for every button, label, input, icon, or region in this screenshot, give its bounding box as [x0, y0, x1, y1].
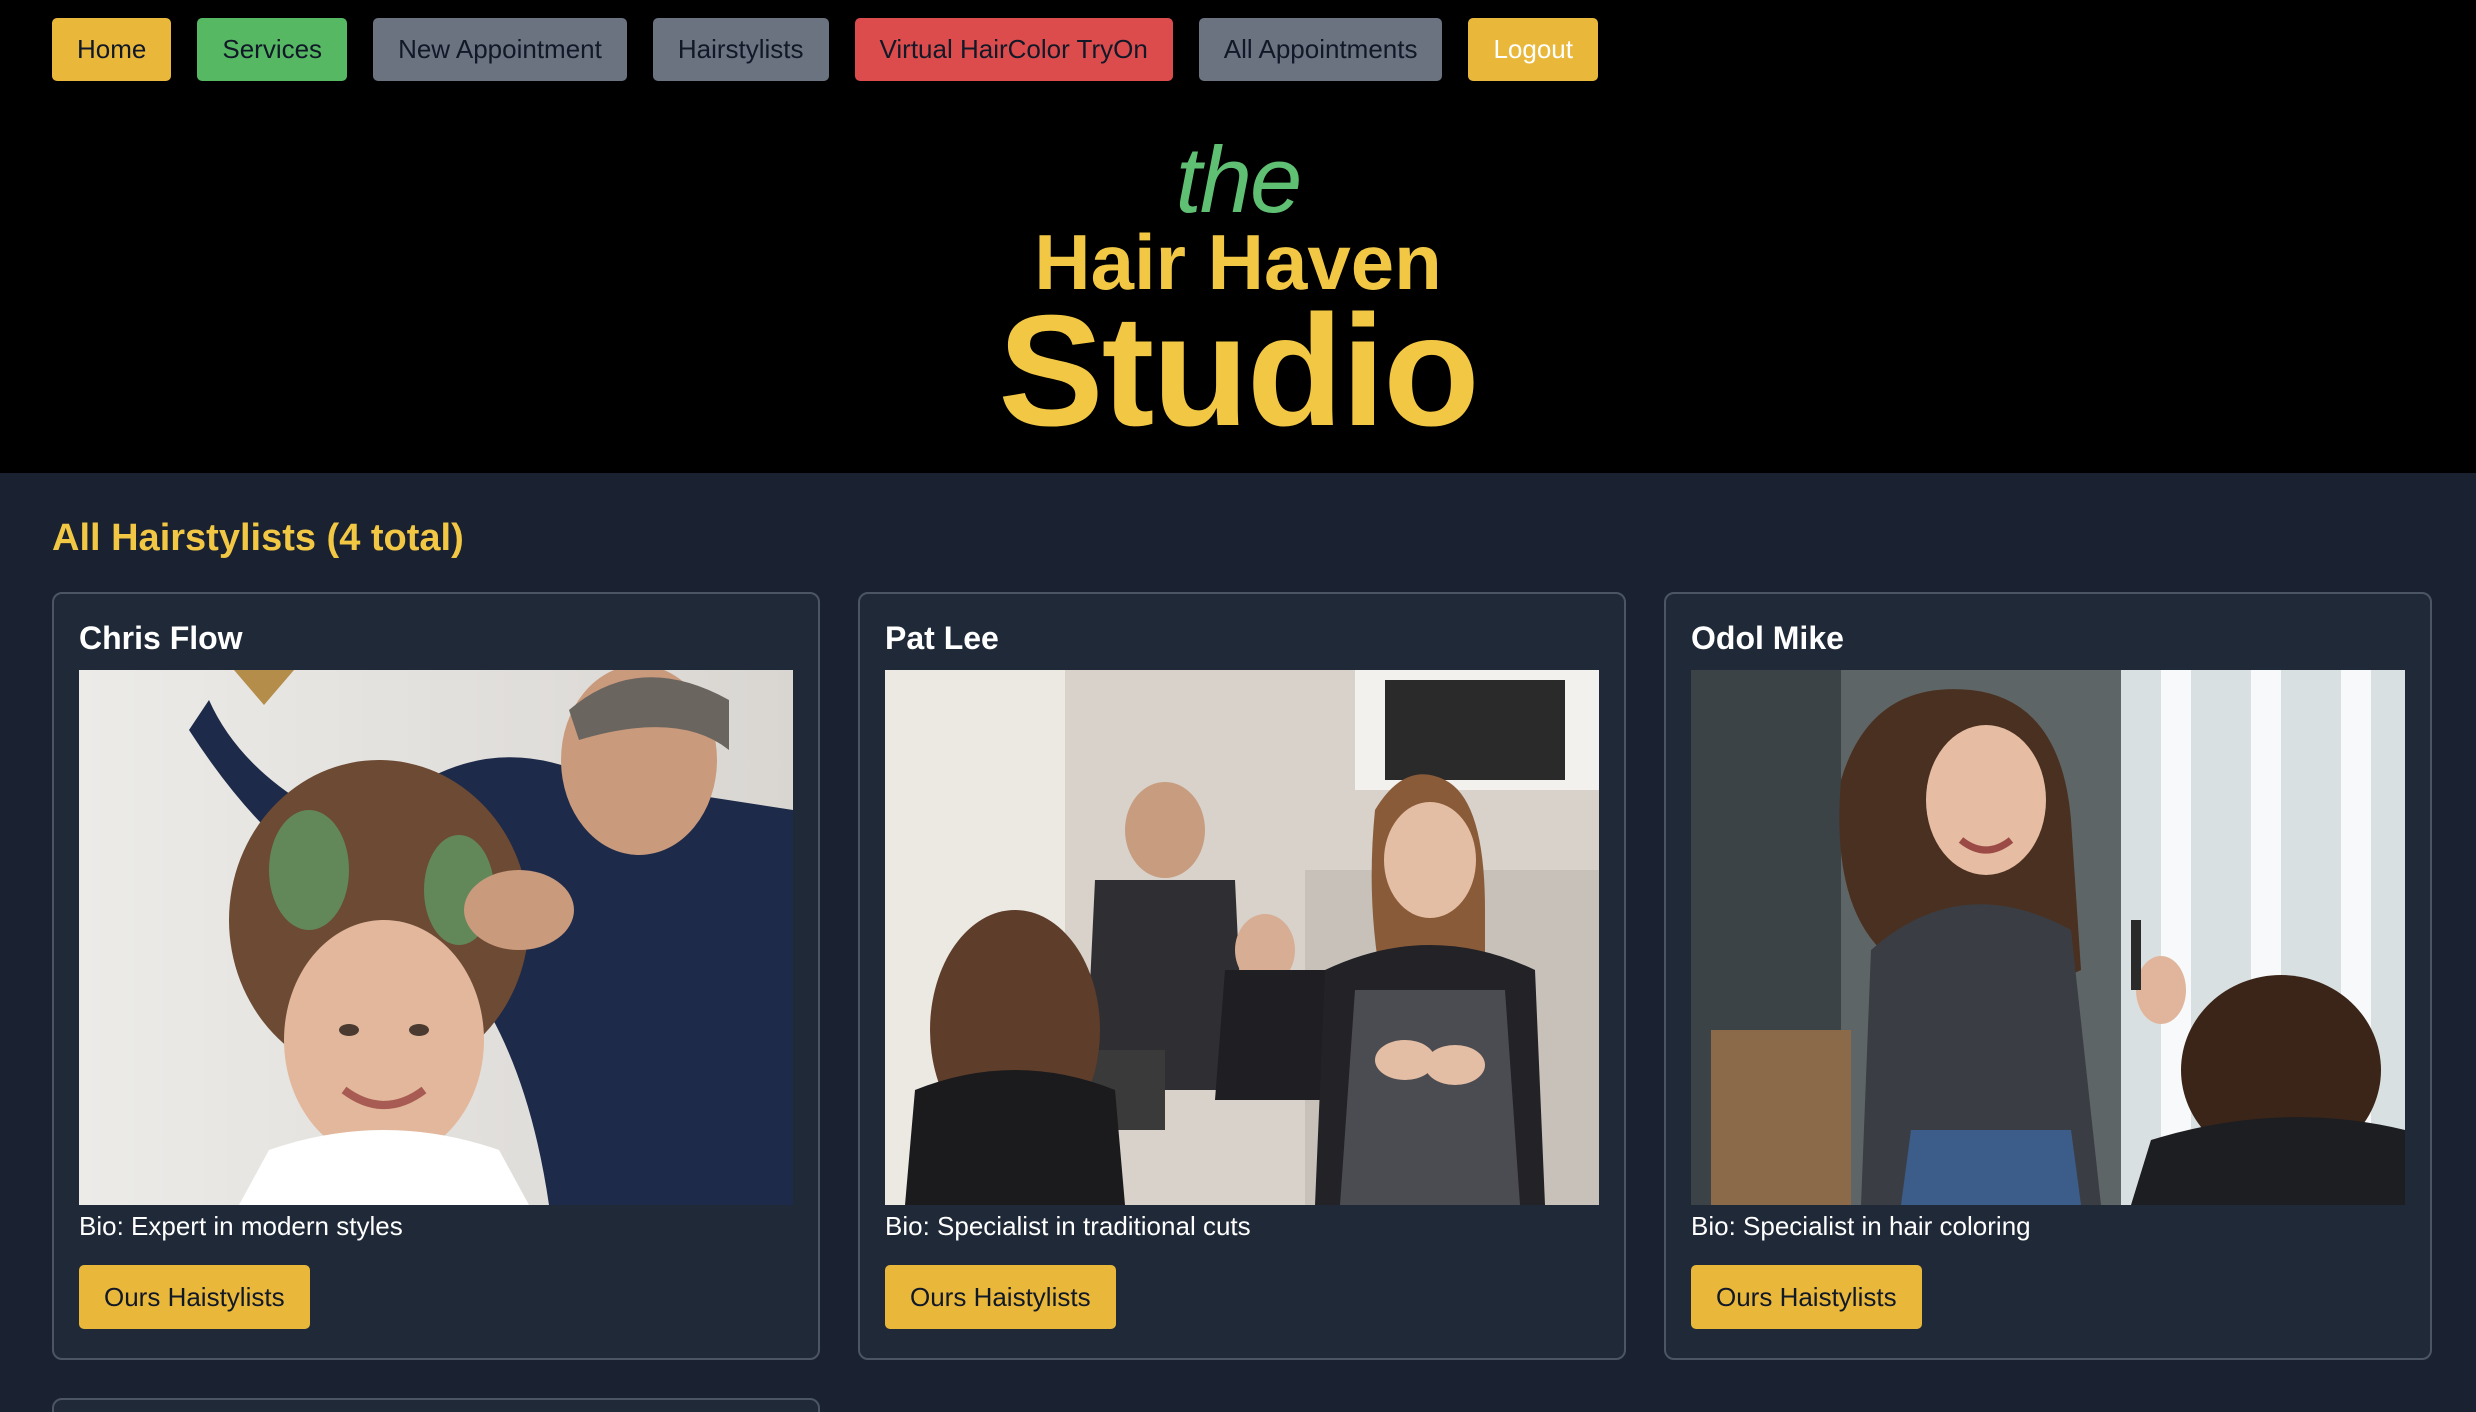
stylist-bio: Bio: Specialist in traditional cuts [885, 1211, 1251, 1241]
nav-hairstylists-button[interactable]: Hairstylists [652, 18, 829, 81]
header: Home Services New Appointment Hairstylis… [0, 0, 2476, 473]
stylist-name: Pat Lee [885, 620, 999, 656]
nav-logout-button[interactable]: Logout [1468, 18, 1598, 81]
salon-stylist-apron-photo [885, 670, 1599, 1205]
top-nav: Home Services New Appointment Hairstylis… [52, 18, 1598, 81]
ours-hairstylists-button[interactable]: Ours Haistylists [79, 1265, 310, 1329]
nav-home-button[interactable]: Home [52, 18, 172, 81]
stylist-card: Odol Mike Bio: Specialist in hair colori… [1664, 592, 2432, 1360]
logo-the: the [1175, 127, 1303, 232]
stylist-name: Chris Flow [79, 620, 243, 656]
stylist-curling-hair-photo [79, 670, 793, 1205]
stylist-card [52, 1398, 820, 1412]
stylist-card: Chris Flow Bio: Expert in modern styles … [52, 592, 820, 1360]
stylist-with-client-photo [1691, 670, 2405, 1205]
nav-new-appointment-button[interactable]: New Appointment [373, 18, 627, 81]
nav-virtual-haircolor-button[interactable]: Virtual HairColor TryOn [854, 18, 1173, 81]
logo-studio: Studio [998, 283, 1479, 459]
stylist-grid: Chris Flow Bio: Expert in modern styles … [52, 592, 2432, 1360]
site-logo: the Hair Haven Studio [0, 127, 2476, 459]
nav-services-button[interactable]: Services [197, 18, 348, 81]
main-content: All Hairstylists (4 total) Chris Flow Bi… [0, 473, 2476, 1412]
ours-hairstylists-button[interactable]: Ours Haistylists [1691, 1265, 1922, 1329]
ours-hairstylists-button[interactable]: Ours Haistylists [885, 1265, 1116, 1329]
stylist-card: Pat Lee Bio: Specialist in traditional c… [858, 592, 1626, 1360]
nav-all-appointments-button[interactable]: All Appointments [1198, 18, 1443, 81]
stylist-name: Odol Mike [1691, 620, 1844, 656]
stylist-bio: Bio: Specialist in hair coloring [1691, 1211, 2031, 1241]
page-title: All Hairstylists (4 total) [52, 517, 464, 559]
stylist-bio: Bio: Expert in modern styles [79, 1211, 403, 1241]
